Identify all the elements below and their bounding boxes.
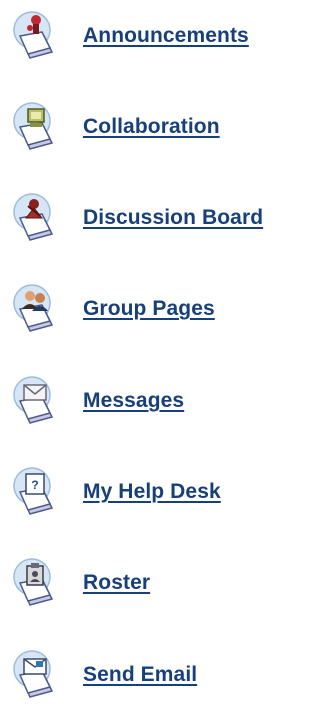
- announcements-icon[interactable]: [6, 6, 68, 66]
- collaboration-link[interactable]: Collaboration: [83, 115, 220, 139]
- tool-item-collaboration[interactable]: Collaboration: [0, 97, 292, 157]
- roster-icon[interactable]: [6, 553, 68, 613]
- tool-list: Announcements Collaboration Discussion B…: [0, 0, 292, 698]
- tool-item-send-email[interactable]: Send Email: [0, 645, 292, 705]
- tool-item-announcements[interactable]: Announcements: [0, 6, 292, 66]
- svg-text:?: ?: [31, 478, 38, 492]
- messages-icon[interactable]: [6, 371, 68, 431]
- send-email-link[interactable]: Send Email: [83, 663, 197, 687]
- announcements-link[interactable]: Announcements: [83, 24, 249, 48]
- tool-item-my-help-desk[interactable]: ? My Help Desk: [0, 462, 292, 522]
- tool-item-messages[interactable]: Messages: [0, 371, 292, 431]
- tool-item-discussion-board[interactable]: Discussion Board: [0, 188, 292, 248]
- collaboration-icon[interactable]: [6, 97, 68, 157]
- discussion-board-icon[interactable]: [6, 188, 68, 248]
- messages-link[interactable]: Messages: [83, 389, 184, 413]
- group-pages-link[interactable]: Group Pages: [83, 297, 215, 321]
- tool-item-group-pages[interactable]: Group Pages: [0, 279, 292, 339]
- help-desk-icon[interactable]: ?: [6, 462, 68, 522]
- group-pages-icon[interactable]: [6, 279, 68, 339]
- roster-link[interactable]: Roster: [83, 571, 150, 595]
- my-help-desk-link[interactable]: My Help Desk: [83, 480, 221, 504]
- send-email-icon[interactable]: [6, 645, 68, 705]
- tool-item-roster[interactable]: Roster: [0, 553, 292, 613]
- discussion-board-link[interactable]: Discussion Board: [83, 206, 263, 230]
